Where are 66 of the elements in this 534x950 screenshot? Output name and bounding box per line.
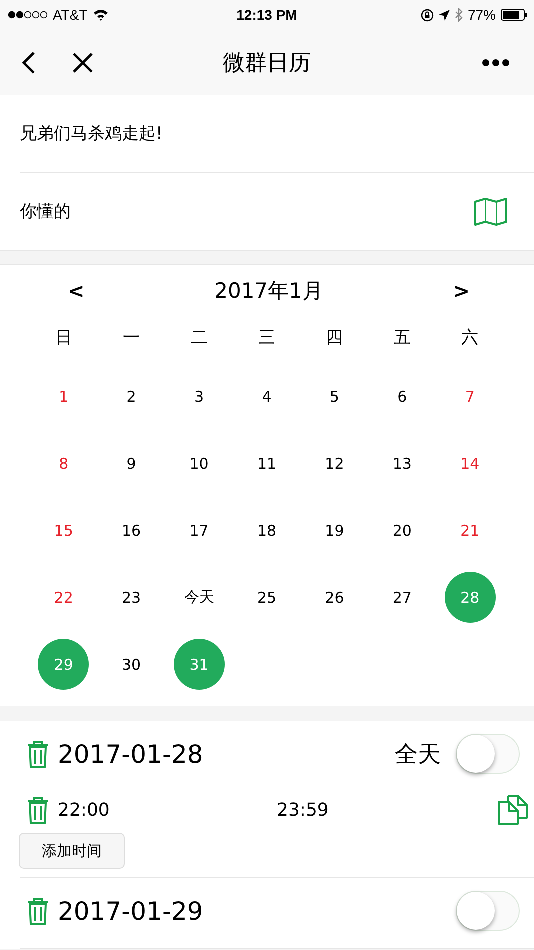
close-icon [72, 52, 94, 74]
calendar-day[interactable]: 30 [106, 639, 158, 690]
calendar-day[interactable]: 8 [38, 438, 90, 489]
clock: 12:13 PM [236, 7, 298, 23]
all-day-toggle[interactable] [456, 734, 520, 774]
calendar-day[interactable]: 14 [444, 438, 496, 489]
rotation-lock-icon [420, 8, 434, 22]
calendar-day[interactable]: 18 [241, 505, 292, 556]
weekday-label: 六 [462, 326, 479, 348]
next-month-button[interactable]: > [449, 279, 474, 303]
copy-icon[interactable] [498, 795, 528, 825]
signal-icon [8, 11, 48, 19]
add-time-button[interactable]: 添加时间 [19, 833, 125, 869]
calendar-day[interactable]: 20 [376, 505, 428, 556]
map-icon[interactable] [474, 198, 508, 226]
event-location: 你懂的 [20, 201, 71, 223]
calendar-day[interactable]: 19 [309, 505, 360, 556]
calendar-day[interactable]: 27 [376, 572, 428, 623]
weekday-label: 五 [394, 326, 411, 348]
calendar-day[interactable]: 9 [106, 438, 158, 489]
battery-icon [501, 9, 528, 21]
end-time[interactable]: 23:59 [277, 800, 329, 820]
trash-icon[interactable] [27, 898, 49, 924]
weekday-label: 日 [55, 326, 72, 348]
wifi-icon [92, 9, 109, 21]
all-day-toggle[interactable] [456, 891, 520, 931]
calendar-day[interactable]: 13 [376, 438, 428, 489]
battery-percent: 77% [468, 7, 496, 23]
month-label: 2017年1月 [214, 278, 324, 305]
event-title: 兄弟们马杀鸡走起! [20, 123, 163, 145]
previous-month-button[interactable]: < [64, 279, 89, 303]
location-icon [438, 10, 450, 20]
weekday-label: 四 [326, 326, 344, 348]
calendar-day[interactable]: 17 [174, 505, 225, 556]
trash-icon[interactable] [27, 796, 49, 824]
calendar-day[interactable]: 16 [106, 505, 158, 556]
calendar-day[interactable]: 11 [241, 438, 292, 489]
all-day-label: 全天 [395, 740, 441, 770]
page-title: 微群日历 [223, 50, 311, 78]
back-icon [22, 50, 36, 74]
calendar-day[interactable]: 23 [106, 572, 158, 623]
calendar-day[interactable]: 4 [241, 371, 292, 422]
calendar-day[interactable]: 25 [241, 572, 292, 623]
calendar-day[interactable]: 2 [106, 371, 158, 422]
calendar-day[interactable]: 12 [309, 438, 360, 489]
calendar-day[interactable]: 21 [444, 505, 496, 556]
start-time[interactable]: 22:00 [58, 800, 268, 820]
calendar-day[interactable]: 26 [309, 572, 360, 623]
weekday-label: 三 [258, 326, 276, 348]
more-icon [482, 58, 510, 66]
weekday-label: 一 [123, 326, 140, 348]
calendar-day[interactable]: 1 [38, 371, 90, 422]
calendar-day[interactable]: 15 [38, 505, 90, 556]
date-label: 2017-01-28 [58, 740, 204, 768]
calendar-day[interactable]: 10 [174, 438, 225, 489]
calendar-day[interactable]: 3 [174, 371, 225, 422]
weekday-label: 二 [190, 326, 208, 348]
calendar-day[interactable]: 5 [309, 371, 360, 422]
calendar-day[interactable]: 22 [38, 572, 90, 623]
trash-icon[interactable] [27, 740, 49, 768]
carrier: AT&T [53, 7, 88, 23]
calendar-day[interactable]: 7 [444, 371, 496, 422]
calendar-day[interactable]: 今天 [174, 572, 225, 623]
calendar-day[interactable]: 6 [376, 371, 428, 422]
bluetooth-icon [454, 8, 463, 22]
date-label: 2017-01-29 [58, 896, 204, 926]
